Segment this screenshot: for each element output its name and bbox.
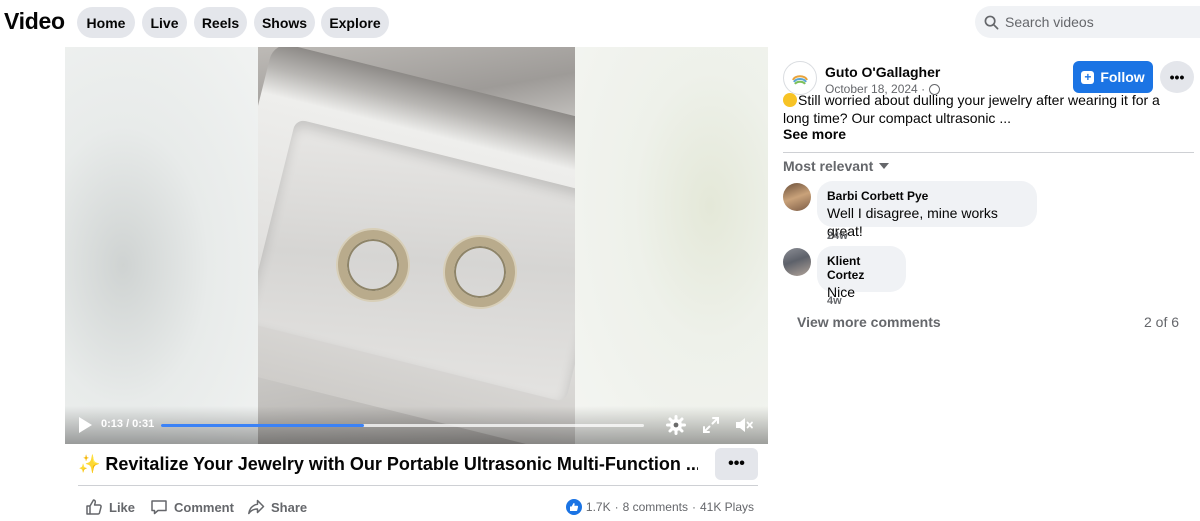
view-more-comments-link[interactable]: View more comments [797,314,941,330]
author-name[interactable]: Guto O'Gallagher [825,64,940,80]
comment-count[interactable]: 8 comments [623,500,688,514]
nav-live[interactable]: Live [142,7,187,38]
settings-gear-icon[interactable] [666,415,686,435]
video-blur-background-right [575,47,768,444]
thumbs-up-icon [86,499,102,515]
comment-sort-dropdown[interactable]: Most relevant [783,158,890,174]
comment-text: Well I disagree, mine works great! [827,205,998,239]
share-label: Share [271,499,308,515]
author-avatar[interactable] [783,61,817,95]
like-label: Like [109,499,136,515]
post-more-button[interactable]: ••• [1160,61,1194,93]
divider [78,485,758,486]
follow-button[interactable]: + Follow [1073,61,1153,93]
fullscreen-icon[interactable] [701,415,721,435]
progress-fill [161,424,364,427]
like-reaction-icon [565,499,582,515]
stats-separator: · [691,500,696,514]
comment-button[interactable]: Comment [150,497,234,517]
commenter-avatar[interactable] [783,248,811,276]
emoji-icon [783,93,797,107]
divider [783,152,1194,153]
share-button[interactable]: Share [247,497,307,517]
sort-label: Most relevant [783,158,874,174]
commenter-name[interactable]: Barbi Corbett Pye [827,189,1025,203]
video-frame [258,47,575,444]
page-logo-icon [792,75,808,85]
add-icon: + [1081,70,1095,84]
follow-label: Follow [1100,69,1145,85]
share-icon [248,499,265,515]
player-controls: 0:13 / 0:31 [65,406,768,444]
comment-label: Comment [174,499,234,515]
nav-reels[interactable]: Reels [194,7,247,38]
see-more-link[interactable]: See more [783,126,846,142]
post-body: Still worried about dulling your jewelry… [783,92,1160,126]
nav-shows[interactable]: Shows [254,7,315,38]
like-button[interactable]: Like [85,497,135,517]
comment-time[interactable]: 24w [827,230,848,242]
play-icon[interactable] [77,416,93,434]
ultrasonic-tank [258,47,575,444]
volume-muted-icon[interactable] [734,415,754,435]
nav-home[interactable]: Home [77,7,135,38]
page-title: Video [4,8,65,34]
comment-icon [151,500,167,515]
comment-time[interactable]: 4w [827,295,842,307]
time-readout: 0:13 / 0:31 [101,418,155,430]
comment-count-indicator: 2 of 6 [1144,314,1180,330]
comment-bubble: Klient Cortez Nice [817,246,906,300]
search-box[interactable] [975,6,1200,38]
video-more-button[interactable]: ••• [715,448,758,480]
video-stats: 1.7K · 8 comments · 41K Plays [565,499,758,515]
comment-bubble: Barbi Corbett Pye Well I disagree, mine … [817,181,1037,239]
post-text: Still worried about dulling your jewelry… [783,91,1188,127]
search-icon [984,15,999,29]
commenter-name[interactable]: Klient Cortez [827,254,894,282]
caret-down-icon [879,163,890,169]
video-player[interactable]: 0:13 / 0:31 [65,47,768,444]
play-count: 41K Plays [699,500,754,514]
search-input[interactable] [1005,14,1195,30]
video-blur-background-left [65,47,258,444]
commenter-avatar[interactable] [783,183,811,211]
video-title: ✨ Revitalize Your Jewelry with Our Porta… [78,454,698,474]
tank-basin [258,118,575,403]
stats-separator: · [614,500,619,514]
reaction-count[interactable]: 1.7K [586,500,611,514]
top-bar: Video Home Live Reels Shows Explore [0,0,1200,46]
progress-bar[interactable] [161,424,644,427]
nav-explore[interactable]: Explore [321,7,389,38]
